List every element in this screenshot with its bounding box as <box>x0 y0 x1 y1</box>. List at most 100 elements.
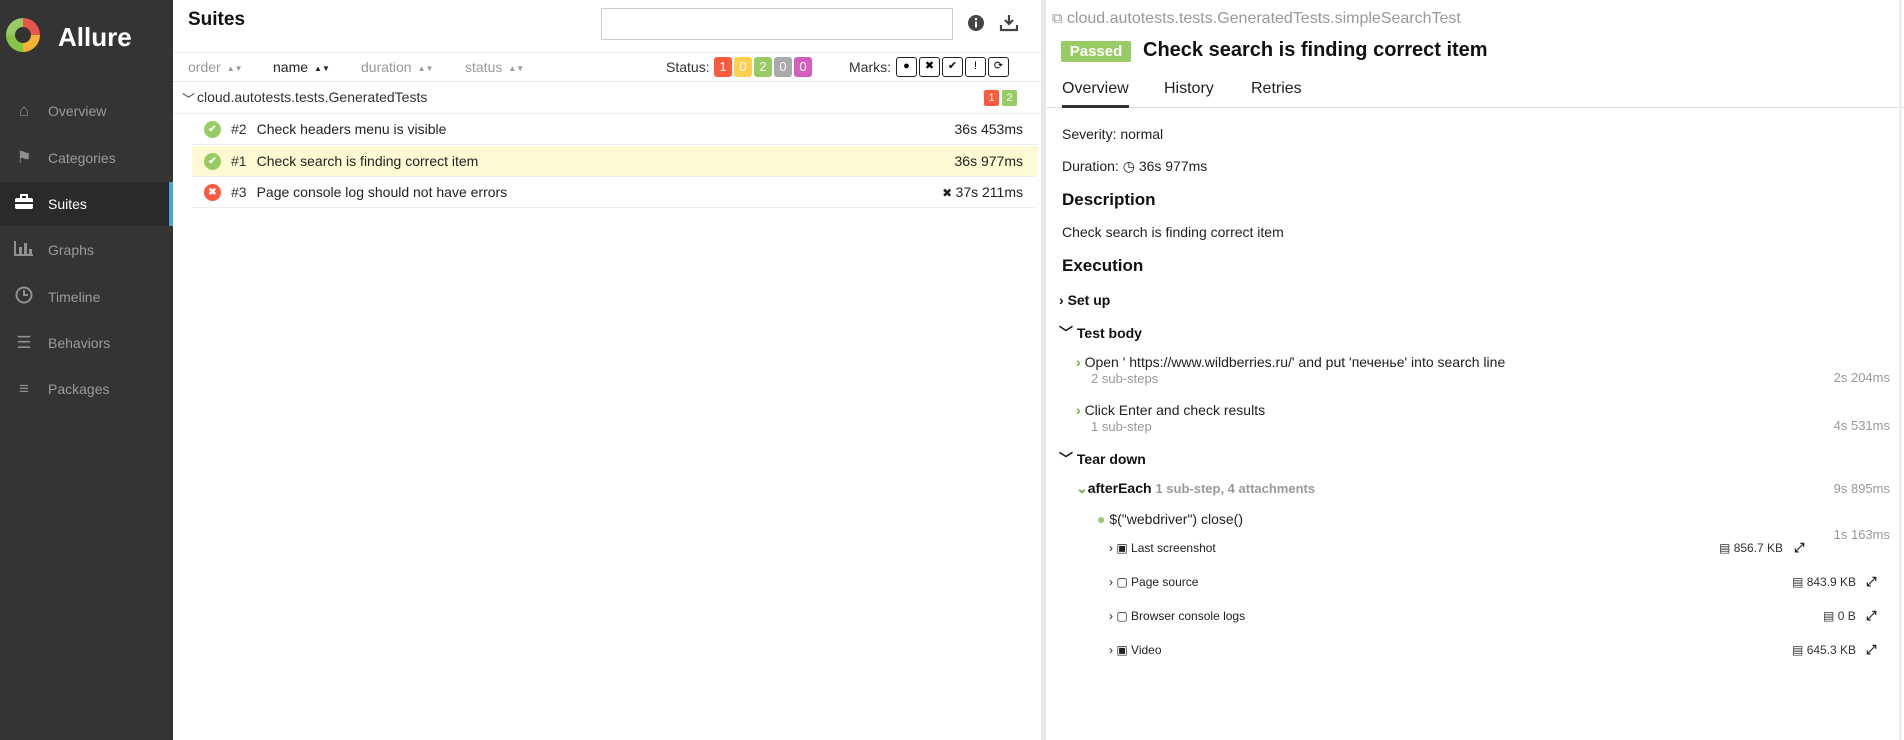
after-each-step[interactable]: ⌄afterEach 1 sub-step, 4 attachments <box>1076 480 1315 497</box>
webdriver-step-name: $("webdriver") close() <box>1109 511 1243 527</box>
step-substeps: 1 sub-step <box>1091 419 1152 434</box>
save-icon: ▤ <box>1792 575 1804 589</box>
test-name: Page console log should not have errors <box>256 184 508 200</box>
search-input[interactable] <box>601 8 953 40</box>
attachment-size: ▤ 645.3 KB <box>1792 643 1856 657</box>
test-full-path[interactable]: ⧉ cloud.autotests.tests.GeneratedTests.s… <box>1052 10 1461 28</box>
test-duration: ✖ 37s 211ms <box>942 184 1023 200</box>
sort-order-label: order <box>188 59 221 75</box>
test-path-text: cloud.autotests.tests.GeneratedTests.sim… <box>1066 10 1461 27</box>
expand-icon[interactable]: ⤢ <box>1866 608 1876 624</box>
status-skipped-toggle[interactable]: 0 <box>774 57 792 77</box>
after-each-time: 9s 895ms <box>1833 481 1890 496</box>
sidebar-item-label: Packages <box>48 381 110 397</box>
expand-icon[interactable]: ⤢ <box>1866 574 1876 590</box>
passed-icon: ✔ <box>204 152 221 170</box>
duration-label: Duration: <box>1062 158 1119 174</box>
description-text: Check search is finding correct item <box>1062 224 1284 240</box>
attachment-name: Video <box>1131 643 1162 657</box>
exclamation-icon[interactable]: ! <box>965 57 986 77</box>
scrollbar[interactable] <box>1899 0 1902 740</box>
duration-value: 36s 977ms <box>1138 158 1208 174</box>
allure-logo <box>6 18 40 52</box>
attachment-row[interactable]: › ▢ Page source <box>1109 575 1198 589</box>
attachment-row[interactable]: › ▢ Browser console logs <box>1109 609 1245 623</box>
download-icon[interactable] <box>999 14 1019 34</box>
description-heading: Description <box>1062 190 1156 209</box>
test-name: Check headers menu is visible <box>256 121 447 137</box>
sidebar-item-categories[interactable]: ⚑ Categories <box>0 136 173 180</box>
x-circle-icon[interactable]: ✖ <box>919 57 940 77</box>
info-icon[interactable] <box>966 14 986 34</box>
refresh-icon[interactable]: ⟳ <box>988 57 1009 77</box>
step-item[interactable]: › Open ' https://www.wildberries.ru/' an… <box>1076 354 1505 370</box>
suite-group-name: cloud.autotests.tests.GeneratedTests <box>197 89 428 105</box>
attachment-size-value: 645.3 KB <box>1806 643 1857 657</box>
test-number: #3 <box>231 184 247 200</box>
status-passed-toggle[interactable]: 2 <box>754 57 772 77</box>
status-broken-toggle[interactable]: 0 <box>734 57 752 77</box>
sort-name[interactable]: name ▲▼ <box>273 59 330 75</box>
webdriver-time: 1s 163ms <box>1833 527 1890 542</box>
attachment-name: Page source <box>1131 575 1199 589</box>
step-time: 4s 531ms <box>1833 418 1890 433</box>
group-passed-count: 2 <box>1002 90 1017 106</box>
status-badge: Passed <box>1061 41 1131 62</box>
save-icon: ▤ <box>1719 541 1731 555</box>
sidebar-item-timeline[interactable]: Timeline <box>0 275 173 319</box>
expand-icon[interactable]: ⤢ <box>1794 540 1804 556</box>
sidebar-item-packages[interactable]: ≡ Packages <box>0 367 173 411</box>
attachment-name: Last screenshot <box>1131 541 1216 555</box>
teardown-section[interactable]: ﹀ Tear down <box>1059 449 1146 469</box>
attachment-size: ▤ 843.9 KB <box>1792 575 1856 589</box>
setup-section[interactable]: › Set up <box>1059 292 1110 308</box>
status-failed-toggle[interactable]: 1 <box>714 57 732 77</box>
step-item[interactable]: › Click Enter and check results <box>1076 402 1265 418</box>
attachment-size: ▤ 0 B <box>1823 609 1856 623</box>
test-body-section[interactable]: ﹀ Test body <box>1059 323 1142 343</box>
step-substeps: 2 sub-steps <box>1091 371 1159 386</box>
sidebar: Allure ⌂ Overview ⚑ Categories Suites Gr… <box>0 0 173 740</box>
step-name: Click Enter and check results <box>1084 402 1266 418</box>
test-name: Check search is finding correct item <box>256 153 479 169</box>
tab-history[interactable]: History <box>1164 80 1214 98</box>
sort-order[interactable]: order ▲▼ <box>188 59 243 75</box>
code-file-icon: ▢ <box>1116 575 1128 589</box>
test-row-selected[interactable]: ✔ #1 Check search is finding correct ite… <box>192 146 1038 177</box>
setup-label: Set up <box>1067 292 1111 308</box>
sort-arrows-icon: ▲▼ <box>508 64 525 73</box>
attachment-row[interactable]: › ▣ Video <box>1109 643 1162 657</box>
sort-arrows-icon: ▲▼ <box>417 64 434 73</box>
sidebar-item-behaviors[interactable]: ☰ Behaviors <box>0 321 173 365</box>
sort-arrows-icon: ▲▼ <box>226 64 243 73</box>
status-unknown-toggle[interactable]: 0 <box>794 57 812 77</box>
tab-retries[interactable]: Retries <box>1251 80 1302 98</box>
text-file-icon: ▢ <box>1116 609 1128 623</box>
check-circle-icon[interactable]: ✔ <box>942 57 963 77</box>
expand-icon[interactable]: ⤢ <box>1866 642 1876 658</box>
sort-status[interactable]: status ▲▼ <box>465 59 524 75</box>
sidebar-item-suites[interactable]: Suites <box>0 182 173 226</box>
sort-duration[interactable]: duration ▲▼ <box>361 59 433 75</box>
suite-group[interactable]: ﹀ cloud.autotests.tests.GeneratedTests 1… <box>173 84 1041 114</box>
bomb-icon[interactable]: ● <box>896 57 917 77</box>
clock-icon: ◷ <box>1122 158 1135 174</box>
sidebar-item-overview[interactable]: ⌂ Overview <box>0 89 173 133</box>
home-icon: ⌂ <box>18 101 30 120</box>
webdriver-step[interactable]: ● $("webdriver") close() <box>1097 511 1243 527</box>
test-row[interactable]: ✔ #2 Check headers menu is visible 36s 4… <box>192 114 1038 145</box>
chevron-down-icon: ﹀ <box>1059 451 1073 467</box>
sidebar-item-label: Categories <box>48 150 116 166</box>
test-duration: 36s 977ms <box>954 153 1023 169</box>
clock-icon <box>12 286 36 309</box>
step-time: 2s 204ms <box>1833 370 1890 385</box>
copy-icon[interactable]: ⧉ <box>1052 10 1067 27</box>
tab-overview[interactable]: Overview <box>1062 80 1129 108</box>
chevron-down-icon: ﹀ <box>1059 325 1073 341</box>
chevron-down-icon: ⌄ <box>1076 480 1088 496</box>
attachment-row[interactable]: › ▣ Last screenshot <box>1109 541 1216 555</box>
test-number: #2 <box>231 121 247 137</box>
test-row[interactable]: ✖ #3 Page console log should not have er… <box>192 177 1038 208</box>
sidebar-item-graphs[interactable]: Graphs <box>0 228 173 272</box>
test-duration: 36s 453ms <box>954 121 1023 137</box>
